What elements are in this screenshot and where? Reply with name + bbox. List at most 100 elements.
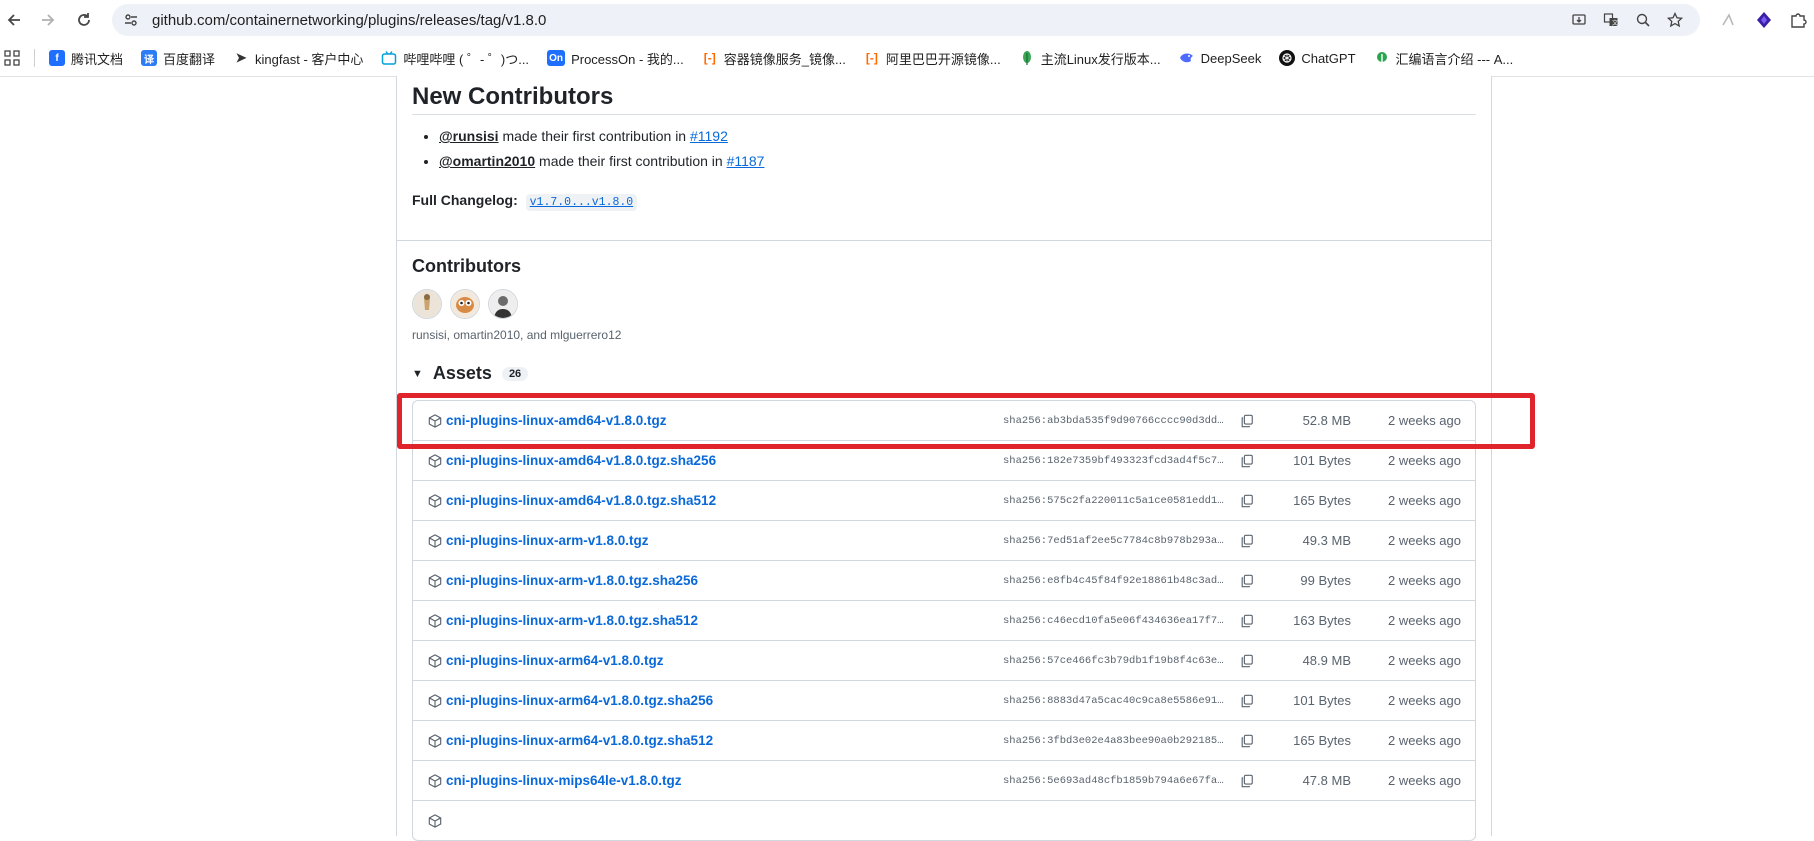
asset-link[interactable]: cni-plugins-linux-arm64-v1.8.0.tgz.sha25… (446, 693, 713, 708)
copy-icon[interactable] (1239, 493, 1255, 509)
asset-link[interactable]: cni-plugins-linux-arm-v1.8.0.tgz.sha512 (446, 613, 698, 628)
address-bar[interactable]: github.com/containernetworking/plugins/r… (112, 4, 1700, 36)
url-text[interactable]: github.com/containernetworking/plugins/r… (152, 12, 546, 29)
copy-icon[interactable] (1239, 413, 1255, 429)
asset-date: 2 weeks ago (1388, 653, 1461, 668)
forward-icon[interactable] (36, 8, 60, 32)
deepseek-icon (1179, 50, 1195, 66)
package-icon (427, 813, 443, 829)
translate-icon[interactable]: 文 (1600, 9, 1622, 31)
asset-size: 165 Bytes (1293, 733, 1351, 748)
new-contributors-heading: New Contributors (412, 83, 614, 110)
bookmark-4[interactable]: On ProcessOn - 我的... (547, 49, 684, 68)
asset-link[interactable]: cni-plugins-linux-arm64-v1.8.0.tgz.sha51… (446, 733, 713, 748)
avatar[interactable] (488, 289, 518, 319)
sha-digest: sha256:5e693ad48cfb1859b794a6e67fa20 (1003, 774, 1225, 787)
bookmark-star-icon[interactable] (1664, 9, 1686, 31)
leaf-icon (1374, 50, 1390, 66)
asset-date: 2 weeks ago (1388, 693, 1461, 708)
bookmark-9[interactable]: ChatGPT (1279, 50, 1356, 66)
table-row: cni-plugins-linux-mips64le-v1.8.0.tgz sha… (413, 760, 1475, 800)
bookmark-0[interactable]: f 腾讯文档 (49, 49, 123, 68)
reload-icon[interactable] (72, 8, 96, 32)
bookmark-10[interactable]: 汇编语言介绍 --- A... (1374, 49, 1513, 68)
contributors-heading: Contributors (412, 256, 521, 276)
zoom-icon[interactable] (1632, 9, 1654, 31)
release-card: New Contributors @runsisi made their fir… (396, 76, 1492, 841)
contributor-names: runsisi, omartin2010, and mlguerrero12 (412, 328, 622, 342)
extension-purple-icon[interactable] (1752, 8, 1776, 32)
asset-size: 165 Bytes (1293, 493, 1351, 508)
avatar[interactable] (450, 289, 480, 319)
copy-icon[interactable] (1239, 693, 1255, 709)
bookmark-5[interactable]: [-] 容器镜像服务_镜像... (702, 49, 846, 68)
copy-icon[interactable] (1239, 453, 1255, 469)
bookmark-3[interactable]: 哔哩哔哩 ( ゜- ゜)つ... (381, 49, 529, 68)
asset-link[interactable]: cni-plugins-linux-amd64-v1.8.0.tgz.sha25… (446, 453, 716, 468)
table-row: cni-plugins-linux-arm-v1.8.0.tgz.sha256 s… (413, 560, 1475, 600)
asset-date: 2 weeks ago (1388, 413, 1461, 428)
copy-icon[interactable] (1239, 613, 1255, 629)
asset-size: 47.8 MB (1302, 773, 1351, 788)
chatgpt-icon (1279, 50, 1296, 66)
package-icon (427, 773, 443, 789)
heading-rule (412, 114, 1476, 115)
asset-link[interactable]: cni-plugins-linux-mips64le-v1.8.0.tgz (446, 773, 682, 788)
package-icon (427, 573, 443, 589)
copy-icon[interactable] (1239, 653, 1255, 669)
pr-link-1187[interactable]: #1187 (727, 153, 765, 169)
asset-link[interactable]: cni-plugins-linux-amd64-v1.8.0.tgz.sha51… (446, 493, 716, 508)
bookmark-7[interactable]: 主流Linux发行版本... (1019, 49, 1161, 68)
asset-link[interactable]: cni-plugins-linux-arm-v1.8.0.tgz.sha256 (446, 573, 698, 588)
contributor-avatars (412, 289, 518, 319)
assets-count-badge: 26 (501, 366, 529, 381)
table-row: cni-plugins-linux-arm-v1.8.0.tgz.sha512 s… (413, 600, 1475, 640)
extensions-puzzle-icon[interactable] (1786, 8, 1810, 32)
asset-date: 2 weeks ago (1388, 573, 1461, 588)
full-changelog: Full Changelog: v1.7.0...v1.8.0 (412, 192, 638, 211)
svg-text:文: 文 (1612, 19, 1618, 27)
browser-toolbar: github.com/containernetworking/plugins/r… (0, 0, 1814, 40)
apps-grid-icon[interactable] (4, 50, 20, 66)
asset-size: 101 Bytes (1293, 693, 1351, 708)
copy-icon[interactable] (1239, 773, 1255, 789)
copy-icon[interactable] (1239, 733, 1255, 749)
sha-digest: sha256:182e7359bf493323fcd3ad4f5c768 (1003, 454, 1225, 467)
user-link-runsisi[interactable]: @runsisi (439, 128, 499, 144)
pr-link-1192[interactable]: #1192 (690, 128, 728, 144)
assets-title: Assets (432, 363, 492, 383)
sha-digest: sha256:e8fb4c45f84f92e18861b48c3ad35 (1003, 574, 1225, 587)
bookmark-2[interactable]: ➤ kingfast - 客户中心 (233, 49, 364, 68)
bookmark-8[interactable]: DeepSeek (1179, 50, 1261, 66)
asset-size: 99 Bytes (1300, 573, 1351, 588)
avatar[interactable] (412, 289, 442, 319)
copy-icon[interactable] (1239, 533, 1255, 549)
asset-link[interactable]: cni-plugins-linux-arm64-v1.8.0.tgz (446, 653, 664, 668)
extension-icon[interactable] (1716, 8, 1740, 32)
asset-link[interactable]: cni-plugins-linux-amd64-v1.8.0.tgz (446, 413, 667, 428)
bookmark-1[interactable]: 译 百度翻译 (141, 49, 215, 68)
asset-link[interactable]: cni-plugins-linux-arm-v1.8.0.tgz (446, 533, 649, 548)
package-icon (427, 453, 443, 469)
asset-date: 2 weeks ago (1388, 533, 1461, 548)
table-row: cni-plugins-linux-amd64-v1.8.0.tgz sha256… (413, 401, 1475, 440)
package-icon (427, 613, 443, 629)
site-settings-icon[interactable] (122, 11, 140, 29)
changelog-compare-link[interactable]: v1.7.0...v1.8.0 (525, 194, 638, 211)
asset-date: 2 weeks ago (1388, 733, 1461, 748)
back-icon[interactable] (2, 8, 26, 32)
package-icon (427, 733, 443, 749)
assets-header[interactable]: ▼ Assets 26 (412, 363, 529, 384)
asset-date: 2 weeks ago (1388, 613, 1461, 628)
sha-digest: sha256:c46ecd10fa5e06f434636ea17f791 (1003, 614, 1225, 627)
copy-icon[interactable] (1239, 573, 1255, 589)
bookmarks-bar: f 腾讯文档 译 百度翻译 ➤ kingfast - 客户中心 哔哩哔哩 ( ゜… (0, 40, 1814, 77)
install-app-icon[interactable] (1568, 9, 1590, 31)
list-item: @omartin2010 made their first contributi… (439, 153, 764, 169)
list-item: @runsisi made their first contribution i… (439, 128, 764, 144)
caret-down-icon[interactable]: ▼ (412, 368, 423, 380)
user-link-omartin2010[interactable]: @omartin2010 (439, 153, 535, 169)
package-icon (427, 653, 443, 669)
bookmark-6[interactable]: [-] 阿里巴巴开源镜像... (864, 49, 1001, 68)
asset-size: 48.9 MB (1302, 653, 1351, 668)
